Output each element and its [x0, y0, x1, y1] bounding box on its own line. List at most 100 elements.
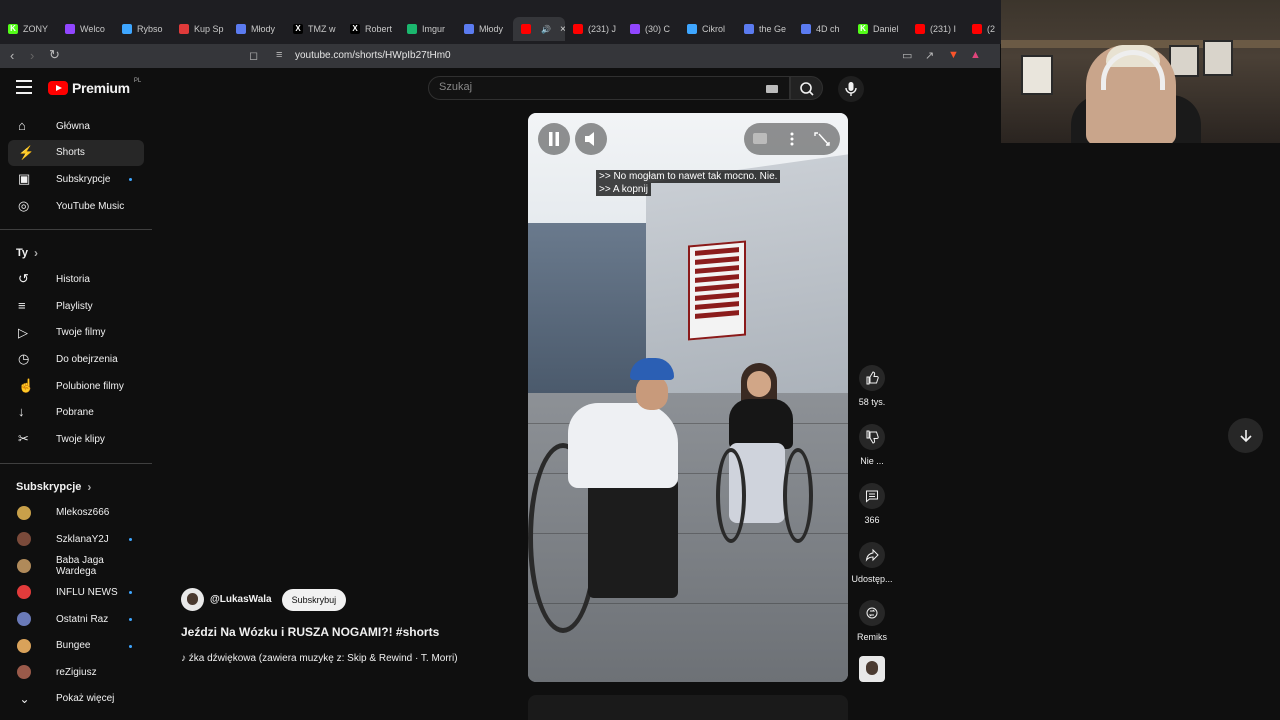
- shorts-video-player[interactable]: >> No mogłam to nawet tak mocno. Nie. >>…: [528, 113, 848, 682]
- tab-label: (30) C: [645, 24, 671, 34]
- subscribe-button[interactable]: Subskrybuj: [281, 588, 347, 611]
- mute-button[interactable]: [575, 123, 607, 155]
- sidebar-item[interactable]: ⌂ Główna: [8, 113, 144, 140]
- brave-rewards-icon[interactable]: ▲: [970, 49, 981, 61]
- address-bar[interactable]: ≡ youtube.com/shorts/HWpIb27tHm0: [268, 46, 988, 66]
- sidebar-item[interactable]: ◷ Do obejrzenia: [8, 346, 144, 373]
- sidebar-item[interactable]: ↓ Pobrane: [8, 399, 144, 426]
- sidebar-item[interactable]: ☝ Polubione filmy: [8, 373, 144, 400]
- browser-tab[interactable]: K ZONY: [0, 17, 57, 41]
- sidebar-you-header[interactable]: Ty ›: [0, 240, 152, 266]
- browser-tab[interactable]: (231) I: [907, 17, 964, 41]
- sidebar-main-section: ⌂ Główna ⚡ Shorts ▣ Subskrypcje ◎ YouTube Music: [0, 113, 152, 219]
- caption-line: >> A kopnij: [596, 183, 651, 196]
- channel-avatar: [17, 638, 31, 653]
- channel-handle[interactable]: @LukasWala: [210, 594, 272, 605]
- sidebar-item[interactable]: ▣ Subskrypcje: [8, 166, 144, 193]
- browser-tab[interactable]: 🔊 ×: [513, 17, 565, 41]
- site-settings-icon[interactable]: ≡: [276, 49, 282, 61]
- search-button[interactable]: [790, 76, 823, 100]
- browser-tab[interactable]: Młody: [228, 17, 285, 41]
- browser-tab[interactable]: X TMZ w: [285, 17, 342, 41]
- voice-search-button[interactable]: [838, 76, 864, 102]
- your-videos-icon: ▷: [18, 324, 28, 340]
- browser-tab[interactable]: Kup Sp: [171, 17, 228, 41]
- subscription-channel[interactable]: SzklanaY2J: [8, 526, 144, 553]
- sidebar-item[interactable]: ▷ Twoje filmy: [8, 320, 144, 347]
- dislike-button[interactable]: Nie ...: [850, 424, 894, 466]
- comment-icon: [866, 490, 878, 503]
- sidebar-item[interactable]: ✂ Twoje klipy: [8, 426, 144, 453]
- browser-tab[interactable]: K Daniel: [850, 17, 907, 41]
- cast-icon[interactable]: ▭: [902, 49, 912, 62]
- tab-label: Młody: [479, 24, 504, 34]
- shorts-icon: ⚡: [18, 144, 35, 160]
- comments-button[interactable]: 366: [850, 483, 894, 525]
- browser-tab[interactable]: Imgur: [399, 17, 456, 41]
- like-button[interactable]: 58 tys.: [850, 365, 894, 407]
- channel-avatar: [17, 505, 31, 520]
- reload-icon[interactable]: ↻: [49, 47, 60, 63]
- remix-label: Remiks: [856, 632, 887, 642]
- download-icon: ↓: [18, 404, 25, 420]
- browser-tab[interactable]: X Robert: [342, 17, 399, 41]
- sound-link[interactable]: ♪ źka dźwiękowa (zawiera muzykę z: Skip …: [181, 653, 458, 664]
- remix-button[interactable]: Remiks: [850, 600, 894, 642]
- tab-label: Robert: [365, 24, 393, 34]
- subscription-channel[interactable]: reZigiusz: [8, 659, 144, 686]
- browser-tab[interactable]: Rybso: [114, 17, 171, 41]
- remix-icon: [866, 607, 878, 619]
- forward-icon[interactable]: ›: [30, 48, 34, 63]
- next-video-button[interactable]: [1228, 418, 1263, 453]
- tab-favicon-icon: K: [858, 24, 868, 34]
- tab-favicon-icon: [407, 24, 417, 34]
- browser-tab[interactable]: (30) C: [622, 17, 679, 41]
- video-store-sign: [688, 240, 746, 341]
- search-icon: [800, 82, 814, 96]
- sidebar-item[interactable]: ◎ YouTube Music: [8, 193, 144, 220]
- video-title[interactable]: Jeździ Na Wózku i RUSZA NOGAMI?! #shorts: [181, 625, 439, 639]
- share-page-icon[interactable]: ↗: [925, 49, 934, 62]
- tab-label: Kup Sp: [194, 24, 224, 34]
- brave-shield-icon[interactable]: ▼: [948, 49, 959, 61]
- next-short-preview[interactable]: [528, 695, 848, 720]
- tab-favicon-icon: [122, 24, 132, 34]
- sidebar-item[interactable]: ≡ Playlisty: [8, 293, 144, 320]
- music-icon: ◎: [18, 197, 30, 213]
- browser-tab[interactable]: Cikrol: [679, 17, 736, 41]
- browser-tab[interactable]: 4D ch: [793, 17, 850, 41]
- browser-tab[interactable]: Młody: [456, 17, 513, 41]
- home-icon: ⌂: [18, 118, 26, 133]
- subscription-channel[interactable]: Baba Jaga Wardega: [8, 553, 144, 580]
- tab-favicon-icon: [464, 24, 474, 34]
- channel-avatar[interactable]: [181, 588, 204, 611]
- browser-tab[interactable]: the Ge: [736, 17, 793, 41]
- audio-playing-icon[interactable]: 🔊: [541, 25, 551, 34]
- url-text[interactable]: youtube.com/shorts/HWpIb27tHm0: [295, 50, 451, 61]
- bookmark-icon[interactable]: ◻: [249, 49, 258, 62]
- subscription-channel[interactable]: Bungee: [8, 633, 144, 660]
- show-more-button[interactable]: ⌄ Pokaż więcej: [8, 686, 144, 713]
- sidebar-item[interactable]: ↺ Historia: [8, 266, 144, 293]
- browser-tab[interactable]: Welco: [57, 17, 114, 41]
- subscription-channel[interactable]: INFLU NEWS: [8, 579, 144, 606]
- subscription-channel[interactable]: Mlekosz666: [8, 500, 144, 527]
- like-count: 58 tys.: [858, 397, 886, 407]
- menu-icon[interactable]: [16, 80, 32, 94]
- back-icon[interactable]: ‹: [10, 48, 14, 63]
- liked-icon: ☝: [18, 377, 35, 393]
- sound-thumbnail[interactable]: [859, 656, 885, 682]
- subscription-channel[interactable]: Ostatni Raz: [8, 606, 144, 633]
- pause-icon: [549, 132, 559, 146]
- share-button[interactable]: Udostęp...: [850, 542, 894, 584]
- youtube-premium-logo[interactable]: Premium PL: [48, 78, 141, 96]
- sidebar-item[interactable]: ⚡ Shorts: [8, 139, 144, 167]
- new-content-dot: [129, 178, 132, 182]
- search-input[interactable]: [439, 81, 739, 93]
- browser-tab[interactable]: (231) J: [565, 17, 622, 41]
- keyboard-icon[interactable]: [766, 85, 778, 93]
- sidebar-subscriptions-header[interactable]: Subskrypcje ›: [0, 474, 152, 500]
- sidebar-item-label: Twoje filmy: [56, 327, 106, 339]
- playlists-icon: ≡: [18, 297, 26, 313]
- pause-button[interactable]: [538, 123, 570, 155]
